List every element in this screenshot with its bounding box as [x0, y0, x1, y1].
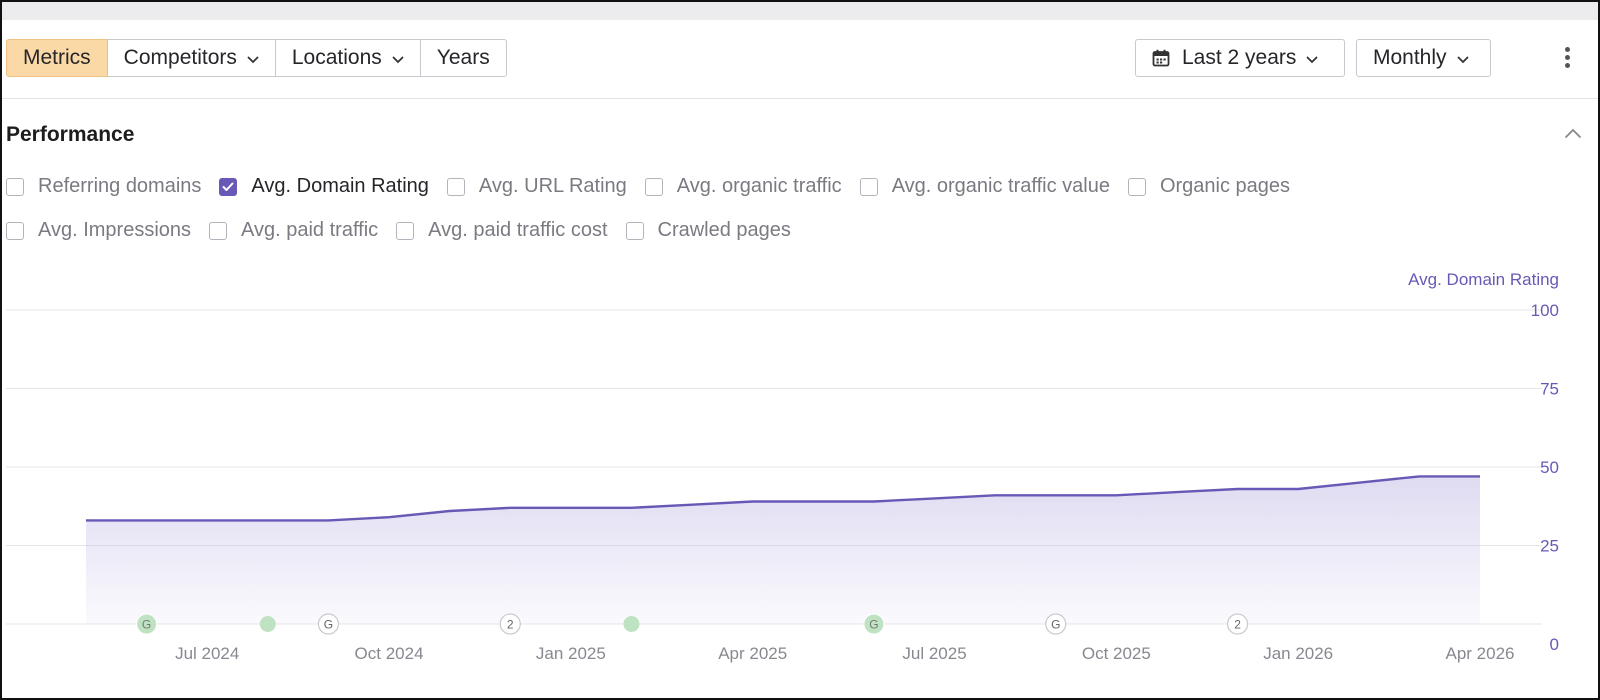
metric-label: Organic pages — [1159, 175, 1291, 197]
more-vertical-icon[interactable] — [1562, 47, 1572, 71]
tab-metrics-label: Metrics — [23, 46, 91, 69]
metric-checkbox-avg-organic-traffic[interactable]: Avg. organic traffic — [644, 175, 842, 198]
tab-locations-label: Locations — [291, 46, 382, 69]
chevron-down-icon — [247, 51, 259, 68]
app-frame: Metrics Competitors Locations Years Last… — [0, 0, 1600, 700]
x-tick-label: Jul 2024 — [175, 644, 239, 663]
view-segment-control: Metrics Competitors Locations Years — [6, 39, 507, 77]
y-tick-label: 75 — [1540, 380, 1559, 399]
chevron-down-icon — [1306, 51, 1318, 68]
checkbox-unchecked-icon[interactable] — [859, 177, 878, 196]
checkbox-unchecked-icon[interactable] — [396, 221, 415, 240]
metrics-row-1: Referring domains Avg. Domain Rating Avg. … — [6, 175, 1308, 198]
calendar-icon — [1152, 49, 1170, 67]
x-tick-label: Jul 2025 — [902, 644, 966, 663]
event-marker-dot — [259, 616, 276, 632]
y-tick-label: 0 — [1550, 635, 1559, 654]
top-strip — [2, 2, 1598, 20]
metric-label: Avg. paid traffic cost — [428, 219, 608, 241]
performance-chart: 0255075100Avg. Domain RatingG2aG2GGG2GG2… — [2, 272, 1598, 698]
metric-checkbox-avg-impressions[interactable]: Avg. Impressions — [6, 219, 191, 242]
metric-label: Avg. Domain Rating — [251, 175, 429, 197]
interval-label: Monthly — [1373, 46, 1447, 69]
y-axis-title: Avg. Domain Rating — [1408, 272, 1559, 289]
checkbox-unchecked-icon[interactable] — [446, 177, 465, 196]
tab-competitors[interactable]: Competitors — [107, 39, 276, 77]
chart-svg: 0255075100Avg. Domain RatingG2aG2GGG2GG2… — [6, 272, 1559, 663]
metric-checkbox-crawled-pages[interactable]: Crawled pages — [625, 219, 791, 242]
metric-label: Avg. Impressions — [38, 219, 192, 241]
metric-checkbox-avg-organic-traffic-value[interactable]: Avg. organic traffic value — [859, 175, 1110, 198]
tab-metrics[interactable]: Metrics — [6, 39, 108, 77]
metric-checkbox-avg-url-rating[interactable]: Avg. URL Rating — [446, 175, 627, 198]
x-tick-label: Jan 2025 — [536, 644, 606, 663]
interval-dropdown[interactable]: Monthly — [1356, 39, 1491, 77]
metric-checkbox-avg-domain-rating[interactable]: Avg. Domain Rating — [219, 175, 429, 198]
metrics-row-2: Avg. Impressions Avg. paid traffic Avg. pa… — [6, 219, 809, 242]
chevron-up-icon[interactable] — [1562, 122, 1584, 144]
checkbox-unchecked-icon[interactable] — [209, 221, 228, 240]
metric-checkbox-referring-domains[interactable]: Referring domains — [6, 175, 201, 198]
x-tick-label: Apr 2025 — [718, 644, 787, 663]
date-range-label: Last 2 years — [1182, 46, 1297, 69]
y-tick-label: 25 — [1540, 537, 1559, 556]
event-marker-label: 2 — [1234, 618, 1241, 632]
checkbox-checked-icon[interactable] — [219, 177, 238, 196]
metric-checkbox-avg-paid-traffic-cost[interactable]: Avg. paid traffic cost — [396, 219, 608, 242]
event-marker-label: G — [1051, 618, 1060, 632]
tab-years-label: Years — [436, 46, 490, 69]
y-tick-label: 50 — [1540, 458, 1559, 477]
metric-label: Avg. organic traffic — [676, 175, 842, 197]
event-marker-label: G — [324, 618, 333, 632]
event-marker-label: 2 — [507, 618, 514, 632]
checkbox-unchecked-icon[interactable] — [1127, 177, 1146, 196]
date-range-dropdown[interactable]: Last 2 years — [1135, 39, 1345, 77]
checkbox-unchecked-icon[interactable] — [644, 177, 663, 196]
event-marker-label: G — [869, 618, 878, 632]
event-marker-dot — [623, 616, 640, 632]
metric-checkbox-organic-pages[interactable]: Organic pages — [1127, 175, 1291, 198]
x-tick-label: Jan 2026 — [1263, 644, 1333, 663]
metric-label: Referring domains — [38, 175, 202, 197]
metric-checkbox-avg-paid-traffic[interactable]: Avg. paid traffic — [209, 219, 378, 242]
checkbox-unchecked-icon[interactable] — [625, 221, 644, 240]
chevron-down-icon — [392, 51, 404, 68]
tab-years[interactable]: Years — [420, 39, 507, 77]
x-tick-label: Oct 2024 — [355, 644, 424, 663]
metric-label: Avg. paid traffic — [241, 219, 379, 241]
x-tick-label: Apr 2026 — [1446, 644, 1515, 663]
tab-competitors-label: Competitors — [123, 46, 237, 69]
y-tick-label: 100 — [1531, 301, 1559, 320]
checkbox-unchecked-icon[interactable] — [6, 221, 24, 240]
tab-locations[interactable]: Locations — [275, 39, 421, 77]
toolbar: Metrics Competitors Locations Years Last… — [2, 20, 1598, 99]
chevron-down-icon — [1457, 51, 1469, 68]
series-area — [86, 476, 1480, 624]
section-title: Performance — [6, 123, 135, 146]
metric-label: Avg. URL Rating — [478, 175, 627, 197]
checkbox-unchecked-icon[interactable] — [6, 177, 24, 196]
x-tick-label: Oct 2025 — [1082, 644, 1151, 663]
metric-label: Crawled pages — [657, 219, 791, 241]
event-marker-label: G — [142, 618, 151, 632]
metric-label: Avg. organic traffic value — [891, 175, 1110, 197]
